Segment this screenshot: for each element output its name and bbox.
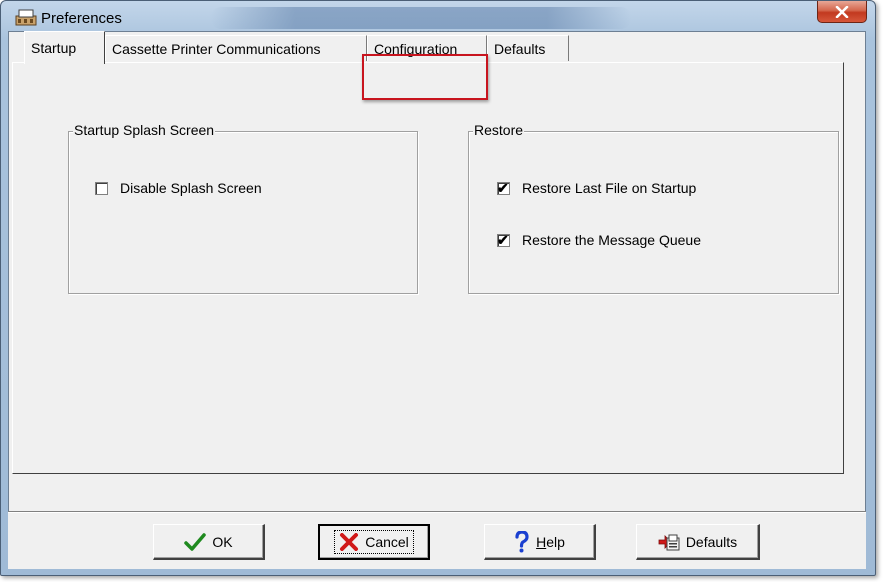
group-title: Startup Splash Screen [73, 122, 216, 138]
cancel-button[interactable]: Cancel [318, 524, 430, 560]
red-x-icon [340, 533, 359, 551]
question-mark-icon [515, 530, 529, 552]
restore-message-queue-checkbox[interactable]: ✔ [497, 231, 510, 248]
restore-last-file-checkbox[interactable]: ✔ [497, 179, 510, 196]
checkbox-label: Restore the Message Queue [522, 232, 701, 248]
cancel-label: Cancel [365, 534, 409, 550]
startup-splash-screen-group: Startup Splash Screen Disable Splash Scr… [68, 122, 418, 294]
configuration-tab-highlight [362, 54, 488, 100]
ok-button[interactable]: OK [153, 524, 265, 560]
help-button[interactable]: Help [484, 524, 596, 560]
tab-startup[interactable]: Startup [24, 31, 105, 64]
title-bar[interactable]: Preferences [1, 1, 875, 31]
group-title: Restore [473, 122, 525, 138]
checkmark-icon [184, 532, 207, 551]
tab-defaults[interactable]: Defaults [487, 35, 569, 61]
close-icon [835, 5, 849, 18]
app-icon [15, 8, 37, 26]
disable-splash-screen-checkbox[interactable] [95, 181, 108, 195]
close-button[interactable] [817, 1, 867, 23]
restore-message-queue-option[interactable]: ✔ Restore the Message Queue [497, 232, 701, 248]
defaults-button[interactable]: Defaults [636, 524, 760, 560]
defaults-icon [658, 534, 680, 550]
defaults-label: Defaults [685, 533, 738, 550]
checkbox-label: Disable Splash Screen [120, 180, 262, 196]
disable-splash-screen-option[interactable]: Disable Splash Screen [95, 180, 262, 196]
tab-cassette-printer-communications[interactable]: Cassette Printer Communications [105, 35, 367, 61]
check-mark-icon: ✔ [497, 231, 509, 248]
window-title: Preferences [41, 10, 122, 27]
restore-group: Restore ✔ Restore Last File on Startup ✔… [468, 122, 839, 294]
help-label: Help [536, 533, 565, 550]
check-mark-icon: ✔ [497, 179, 509, 196]
startup-tab-panel: Startup Splash Screen Disable Splash Scr… [12, 62, 844, 474]
checkbox-label: Restore Last File on Startup [522, 180, 697, 196]
ok-label: OK [212, 533, 233, 550]
restore-last-file-option[interactable]: ✔ Restore Last File on Startup [497, 180, 696, 196]
